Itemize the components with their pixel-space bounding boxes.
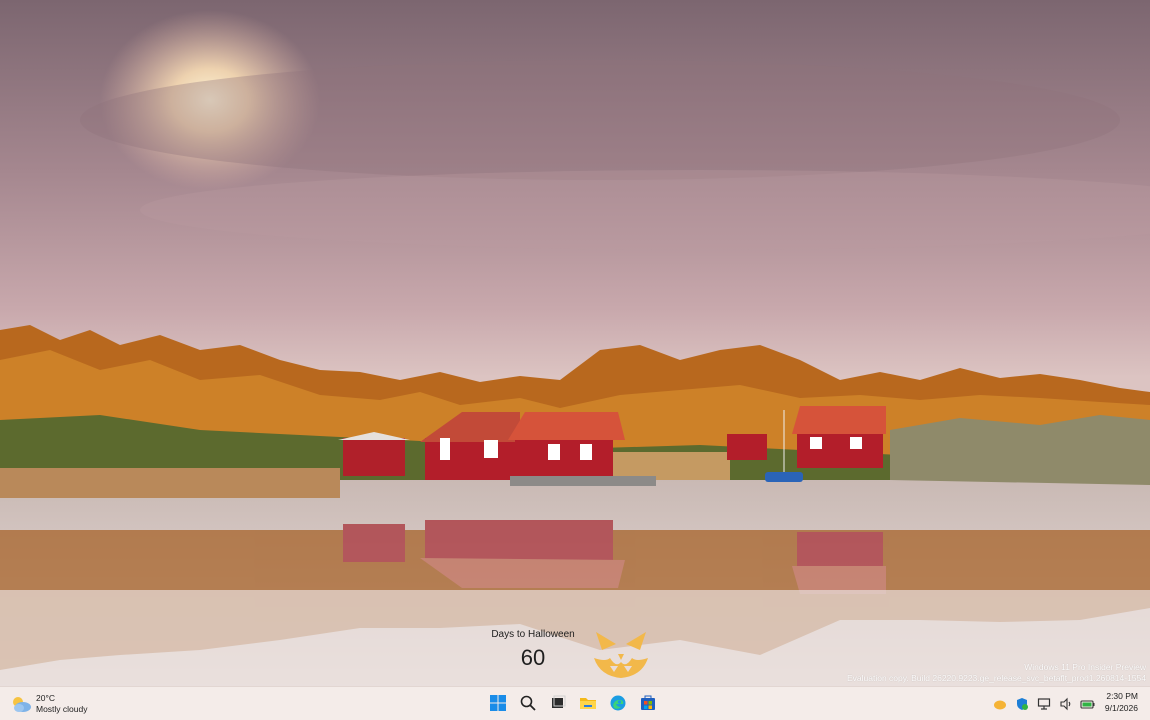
desktop[interactable]: Days to Halloween 60 Windows 11 Pro Insi…	[0, 0, 1150, 686]
jack-o-lantern-icon	[594, 632, 648, 678]
battery-icon	[1080, 700, 1095, 709]
task-view-button[interactable]	[546, 691, 570, 715]
start-button[interactable]	[486, 691, 510, 715]
taskbar-clock[interactable]: 2:30 PM 9/1/2026	[1105, 690, 1138, 714]
security-icon	[1017, 698, 1028, 710]
tray-network[interactable]	[1036, 696, 1052, 712]
countdown-label: Days to Halloween	[491, 629, 575, 640]
countdown-value: 60	[520, 645, 546, 670]
taskbar: 20°C Mostly cloudy 2:30 PM 9/1/2026	[0, 686, 1150, 720]
watermark-line-1: Windows 11 Pro Insider Preview	[1024, 662, 1146, 672]
weather-condition: Mostly cloudy	[36, 704, 88, 714]
clock-date: 9/1/2026	[1104, 703, 1138, 713]
edge-button[interactable]	[606, 691, 630, 715]
countdown-widget[interactable]: Days to Halloween 60	[488, 628, 578, 672]
search-button[interactable]	[516, 691, 540, 715]
folder-icon	[580, 698, 596, 709]
file-explorer-button[interactable]	[576, 691, 600, 715]
network-icon	[1037, 698, 1051, 710]
weather-temperature: 20°C	[36, 693, 55, 703]
edge-icon	[610, 695, 626, 711]
wallpaper	[0, 0, 1150, 686]
store-button[interactable]	[636, 691, 660, 715]
evaluation-watermark: Windows 11 Pro Insider Preview Evaluatio…	[847, 662, 1146, 684]
search-icon	[520, 695, 536, 711]
tray-volume[interactable]	[1058, 696, 1074, 712]
tray-weather-alert[interactable]	[992, 696, 1008, 712]
task-view-icon	[552, 695, 566, 708]
weather-widget[interactable]: 20°C Mostly cloudy	[10, 692, 88, 716]
tray-battery[interactable]	[1080, 696, 1096, 712]
system-tray	[992, 693, 1096, 715]
volume-icon	[1060, 697, 1071, 711]
watermark-line-2: Evaluation copy. Build 26220.9223.ge_rel…	[847, 673, 1146, 683]
partly-cloudy-icon	[13, 697, 31, 712]
store-icon	[641, 695, 655, 710]
clock-time: 2:30 PM	[1106, 691, 1138, 701]
weather-alert-icon	[994, 700, 1006, 710]
tray-security[interactable]	[1014, 696, 1030, 712]
windows-logo-icon	[490, 695, 506, 711]
taskbar-pinned-apps	[486, 691, 660, 717]
